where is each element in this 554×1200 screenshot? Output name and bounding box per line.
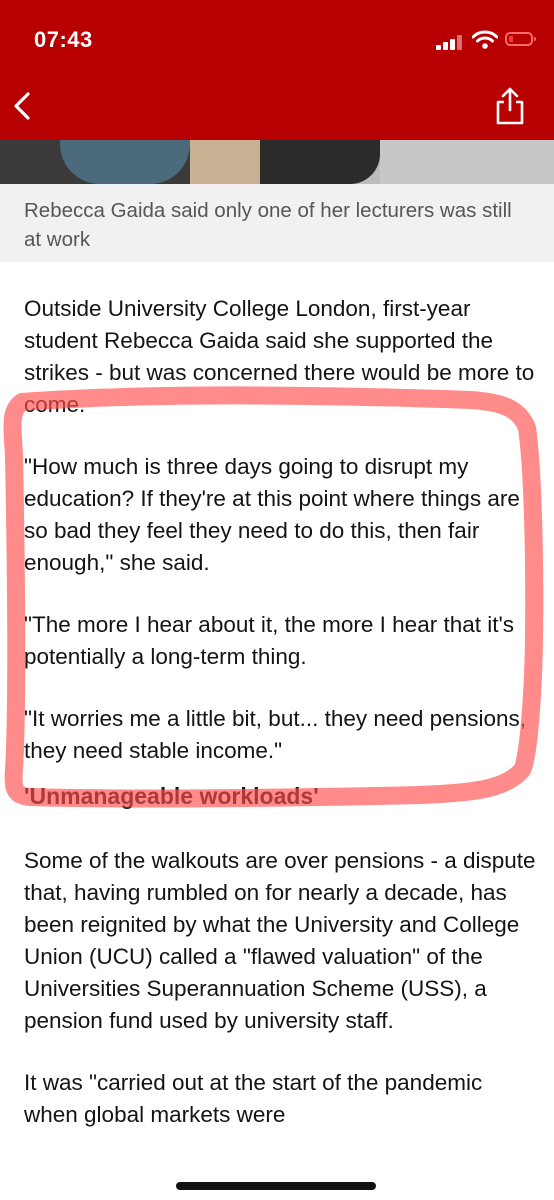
section-heading: 'Unmanageable workloads' [24,783,319,809]
home-indicator[interactable] [176,1182,376,1190]
paragraph-4: "It worries me a little bit, but... they… [24,706,526,763]
paragraph-2: "How much is three days going to disrupt… [24,454,520,575]
status-bar: 07:43 [0,0,554,70]
paragraph-5: Some of the walkouts are over pensions -… [24,848,536,1033]
cellular-signal-icon [436,34,466,50]
app-header: 07:43 [0,0,554,156]
article-photo [0,140,554,184]
back-button[interactable] [8,88,38,124]
status-time: 07:43 [34,27,93,52]
paragraph-6: It was "carried out at the start of the … [24,1070,483,1127]
photo-caption: Rebecca Gaida said only one of her lectu… [24,199,512,251]
share-button[interactable] [492,86,528,126]
article-body: Outside University College London, first… [24,293,536,1161]
wifi-icon [472,30,498,49]
battery-low-icon [505,32,536,46]
paragraph-1: Outside University College London, first… [24,296,535,417]
paragraph-3: "The more I hear about it, the more I he… [24,612,515,669]
